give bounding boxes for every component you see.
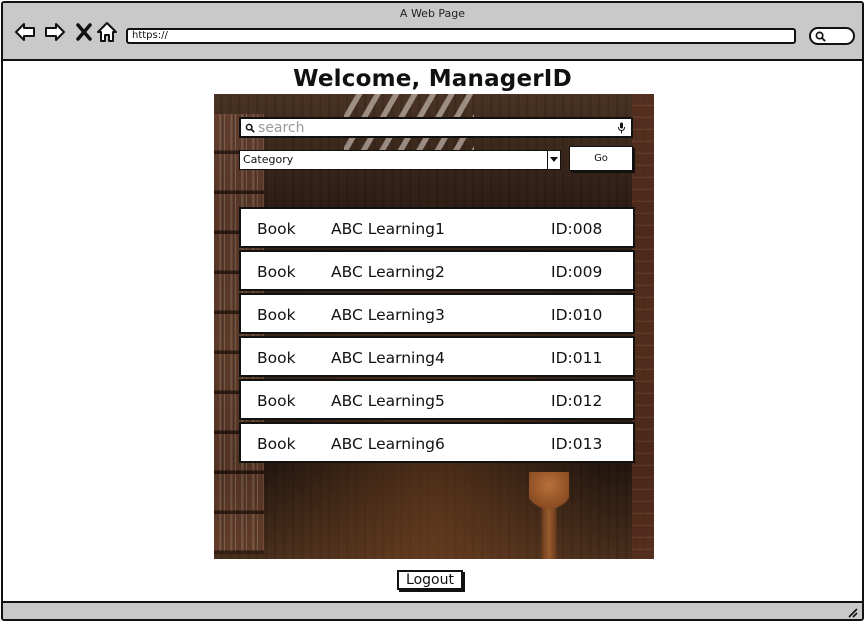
newel-post-image xyxy=(529,472,569,559)
browser-toolbar: A Web Page https:// xyxy=(3,3,862,61)
item-id: ID:013 xyxy=(551,435,603,453)
bookshelf-right-image xyxy=(632,94,654,559)
arrow-left-icon[interactable] xyxy=(13,20,37,44)
logout-button[interactable]: Logout xyxy=(397,570,463,590)
go-button[interactable]: Go xyxy=(569,146,633,171)
item-title: ABC Learning4 xyxy=(331,349,445,367)
item-id: ID:009 xyxy=(551,263,603,281)
list-item[interactable]: Book ABC Learning2 ID:009 xyxy=(239,250,635,291)
item-id: ID:008 xyxy=(551,220,603,238)
browser-window: A Web Page https:// Welcome, ManagerID s… xyxy=(1,1,864,621)
browser-search-button[interactable] xyxy=(809,27,855,45)
arrow-right-icon[interactable] xyxy=(43,20,67,44)
status-bar xyxy=(3,601,862,619)
item-type: Book xyxy=(257,306,296,324)
category-select-value: Category xyxy=(243,153,294,166)
library-background-panel: Category Go Book ABC Learning1 ID:008 Bo… xyxy=(214,94,654,559)
resize-grip-icon[interactable] xyxy=(846,606,858,618)
chevron-down-icon[interactable] xyxy=(547,151,560,169)
url-bar[interactable]: https:// xyxy=(126,28,796,44)
item-title: ABC Learning1 xyxy=(331,220,445,238)
item-type: Book xyxy=(257,392,296,410)
item-title: ABC Learning6 xyxy=(331,435,445,453)
item-type: Book xyxy=(257,435,296,453)
item-title: ABC Learning2 xyxy=(331,263,445,281)
search-icon xyxy=(245,123,255,133)
microphone-icon[interactable] xyxy=(617,122,626,134)
home-icon[interactable] xyxy=(95,20,119,44)
window-title: A Web Page xyxy=(399,7,466,20)
page-title: Welcome, ManagerID xyxy=(293,66,572,92)
item-id: ID:011 xyxy=(551,349,603,367)
list-item[interactable]: Book ABC Learning4 ID:011 xyxy=(239,336,635,377)
item-type: Book xyxy=(257,220,296,238)
search-field[interactable] xyxy=(239,117,633,138)
results-list: Book ABC Learning1 ID:008 Book ABC Learn… xyxy=(239,207,635,465)
item-type: Book xyxy=(257,263,296,281)
category-select[interactable]: Category xyxy=(239,150,561,170)
item-type: Book xyxy=(257,349,296,367)
item-title: ABC Learning5 xyxy=(331,392,445,410)
list-item[interactable]: Book ABC Learning1 ID:008 xyxy=(239,207,635,248)
list-item[interactable]: Book ABC Learning6 ID:013 xyxy=(239,422,635,463)
item-id: ID:010 xyxy=(551,306,603,324)
close-icon[interactable] xyxy=(72,20,96,44)
list-item[interactable]: Book ABC Learning3 ID:010 xyxy=(239,293,635,334)
item-title: ABC Learning3 xyxy=(331,306,445,324)
search-icon xyxy=(815,31,826,42)
item-id: ID:012 xyxy=(551,392,603,410)
search-input[interactable] xyxy=(255,119,617,136)
list-item[interactable]: Book ABC Learning5 ID:012 xyxy=(239,379,635,420)
